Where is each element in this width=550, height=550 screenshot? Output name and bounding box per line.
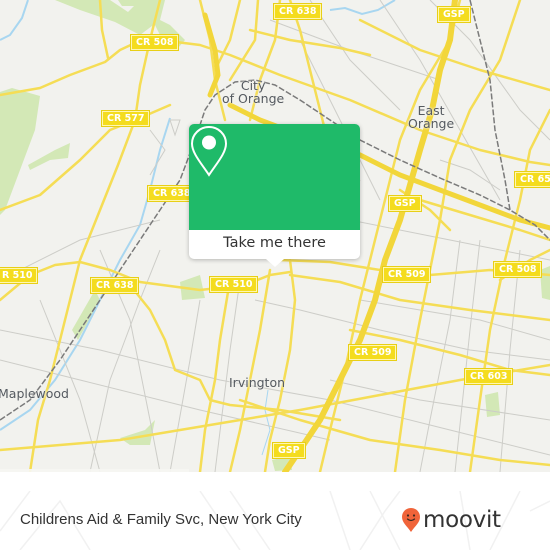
place-label-line: Irvington [229,375,286,390]
road-shield: CR 638 [89,277,140,294]
place-label-line: of Orange [222,91,285,106]
road-shield: CR 65 [514,171,550,188]
road-shield: CR 638 [272,3,323,20]
road-shield: CR 603 [463,368,514,385]
place-label-city-of-orange: City of Orange [222,79,284,105]
road-shield: GSP [437,6,471,23]
place-label-maplewood: Maplewood [0,387,69,400]
road-shield: CR 509 [347,344,398,361]
road-shield: GSP [272,442,306,459]
road [228,268,272,472]
map-attribution[interactable]: © OpenStreetMap contributors [0,469,189,472]
road [228,0,260,82]
park-area [72,290,100,340]
road-shield: R 510 [0,267,39,284]
road [248,28,372,57]
footer-bar: Childrens Aid & Family Svc, New York Cit… [0,491,550,550]
map-canvas[interactable]: CR 638 GSP CR 508 CR 577 CR 638 GSP CR 6… [0,0,550,472]
popup-pointer [266,259,284,267]
stream [0,0,29,41]
road-shield: CR 508 [492,261,543,278]
road [128,283,342,422]
road-shield: CR 508 [129,34,180,51]
road-shield: GSP [388,195,422,212]
popup-header[interactable] [189,124,360,230]
place-label-line: Orange [408,116,455,131]
road [263,258,297,472]
railway-line [469,0,511,211]
location-title: Childrens Aid & Family Svc, New York Cit… [20,511,302,528]
take-me-there-button[interactable]: Take me there [189,230,360,259]
place-label-irvington: Irvington [229,376,285,389]
park-area [485,392,500,417]
destination-popup: Take me there [189,124,360,267]
road [358,18,550,92]
road-shield: CR 577 [100,110,151,127]
moovit-smiley-pin-icon [402,508,420,532]
road [213,0,242,72]
road-shield: CR 509 [381,266,432,283]
park-area [28,143,70,170]
moovit-logo[interactable]: moovit [401,505,501,535]
park-area [120,420,155,445]
road-shield: CR 510 [208,276,259,293]
map-pin-icon [190,125,228,177]
brand-name: moovit [423,507,501,533]
place-label-line: Maplewood [0,386,69,401]
place-label-east-orange: East Orange [408,104,454,130]
park-area [540,266,550,300]
